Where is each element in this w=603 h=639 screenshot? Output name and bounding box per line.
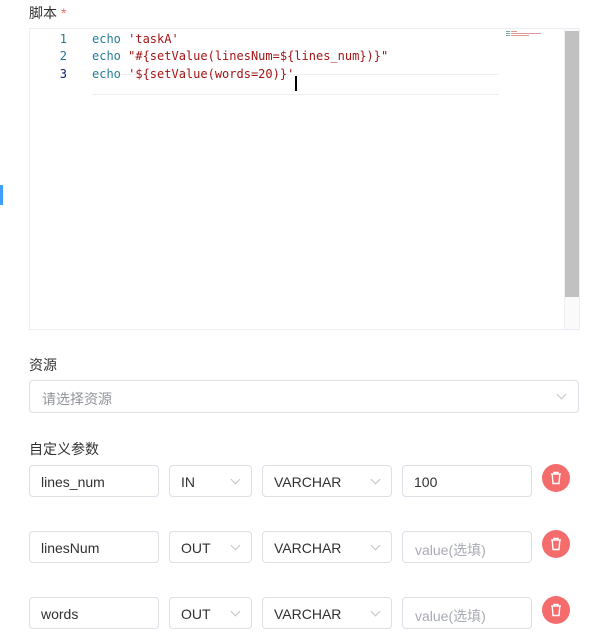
chevron-down-icon [230, 606, 241, 617]
trash-icon [551, 471, 561, 485]
param-direct-value: IN [181, 474, 195, 490]
param-prop-value: words [41, 606, 79, 622]
code-string: "#{setValue(linesNum=${lines_num})}" [120, 49, 389, 63]
resource-select[interactable]: 请选择资源 [29, 380, 579, 413]
editor-scrollbar-thumb[interactable] [565, 31, 579, 297]
code-line[interactable]: echo "#{setValue(linesNum=${lines_num})}… [92, 49, 388, 63]
delete-param-button[interactable] [542, 464, 570, 492]
chevron-down-icon [230, 540, 241, 551]
param-direct-value: OUT [181, 540, 211, 556]
param-type-select[interactable]: VARCHAR [262, 597, 392, 629]
param-direct-select[interactable]: IN [169, 465, 252, 497]
resource-label: 资源 [29, 357, 57, 373]
line-number: 3 [59, 67, 67, 81]
editor-minimap[interactable] [506, 31, 546, 37]
param-type-value: VARCHAR [274, 606, 342, 622]
left-edge-accent [0, 185, 3, 205]
trash-icon [551, 537, 561, 551]
chevron-down-icon [230, 474, 241, 485]
code-line[interactable]: echo 'taskA' [92, 32, 179, 46]
param-type-select[interactable]: VARCHAR [262, 465, 392, 497]
param-direct-select[interactable]: OUT [169, 597, 252, 629]
custom-params-label: 自定义参数 [29, 441, 99, 457]
required-mark: * [61, 5, 67, 21]
param-value-input[interactable]: value(选填) [402, 531, 532, 563]
param-direct-select[interactable]: OUT [169, 531, 252, 563]
code-keyword: echo [92, 32, 121, 46]
chevron-down-icon [370, 606, 381, 617]
chevron-down-icon [556, 389, 567, 400]
resource-placeholder: 请选择资源 [42, 391, 112, 407]
line-number: 2 [59, 49, 67, 63]
code-line[interactable]: echo '${setValue(words=20)}' [92, 67, 294, 81]
param-value-text: 100 [414, 474, 438, 490]
param-prop-value: linesNum [41, 540, 100, 556]
param-value-placeholder: value(选填) [415, 542, 486, 558]
param-direct-value: OUT [181, 606, 211, 622]
param-value-placeholder: value(选填) [415, 608, 486, 624]
chevron-down-icon [370, 540, 381, 551]
line-number-gutter: 1 2 3 [30, 29, 80, 329]
code-keyword: echo [92, 67, 121, 81]
code-string: '${setValue(words=20)}' [120, 67, 295, 81]
text-cursor [295, 76, 297, 91]
param-prop-input[interactable]: words [29, 597, 159, 629]
param-prop-value: lines_num [41, 474, 105, 490]
trash-icon [551, 603, 561, 617]
chevron-down-icon [370, 474, 381, 485]
line-number: 1 [59, 32, 67, 46]
script-label-text: 脚本 [29, 5, 57, 21]
script-label: 脚本 * [29, 3, 66, 23]
delete-param-button[interactable] [542, 596, 570, 624]
param-value-input[interactable]: 100 [402, 465, 532, 497]
code-editor[interactable]: 1 2 3 echo 'taskA' echo "#{setValue(line… [29, 28, 580, 330]
param-type-value: VARCHAR [274, 474, 342, 490]
param-prop-input[interactable]: lines_num [29, 465, 159, 497]
param-prop-input[interactable]: linesNum [29, 531, 159, 563]
code-keyword: echo [92, 49, 121, 63]
param-value-input[interactable]: value(选填) [402, 597, 532, 629]
param-type-value: VARCHAR [274, 540, 342, 556]
delete-param-button[interactable] [542, 530, 570, 558]
code-string: 'taskA' [120, 32, 179, 46]
param-type-select[interactable]: VARCHAR [262, 531, 392, 563]
editor-scrollbar[interactable] [564, 29, 579, 329]
